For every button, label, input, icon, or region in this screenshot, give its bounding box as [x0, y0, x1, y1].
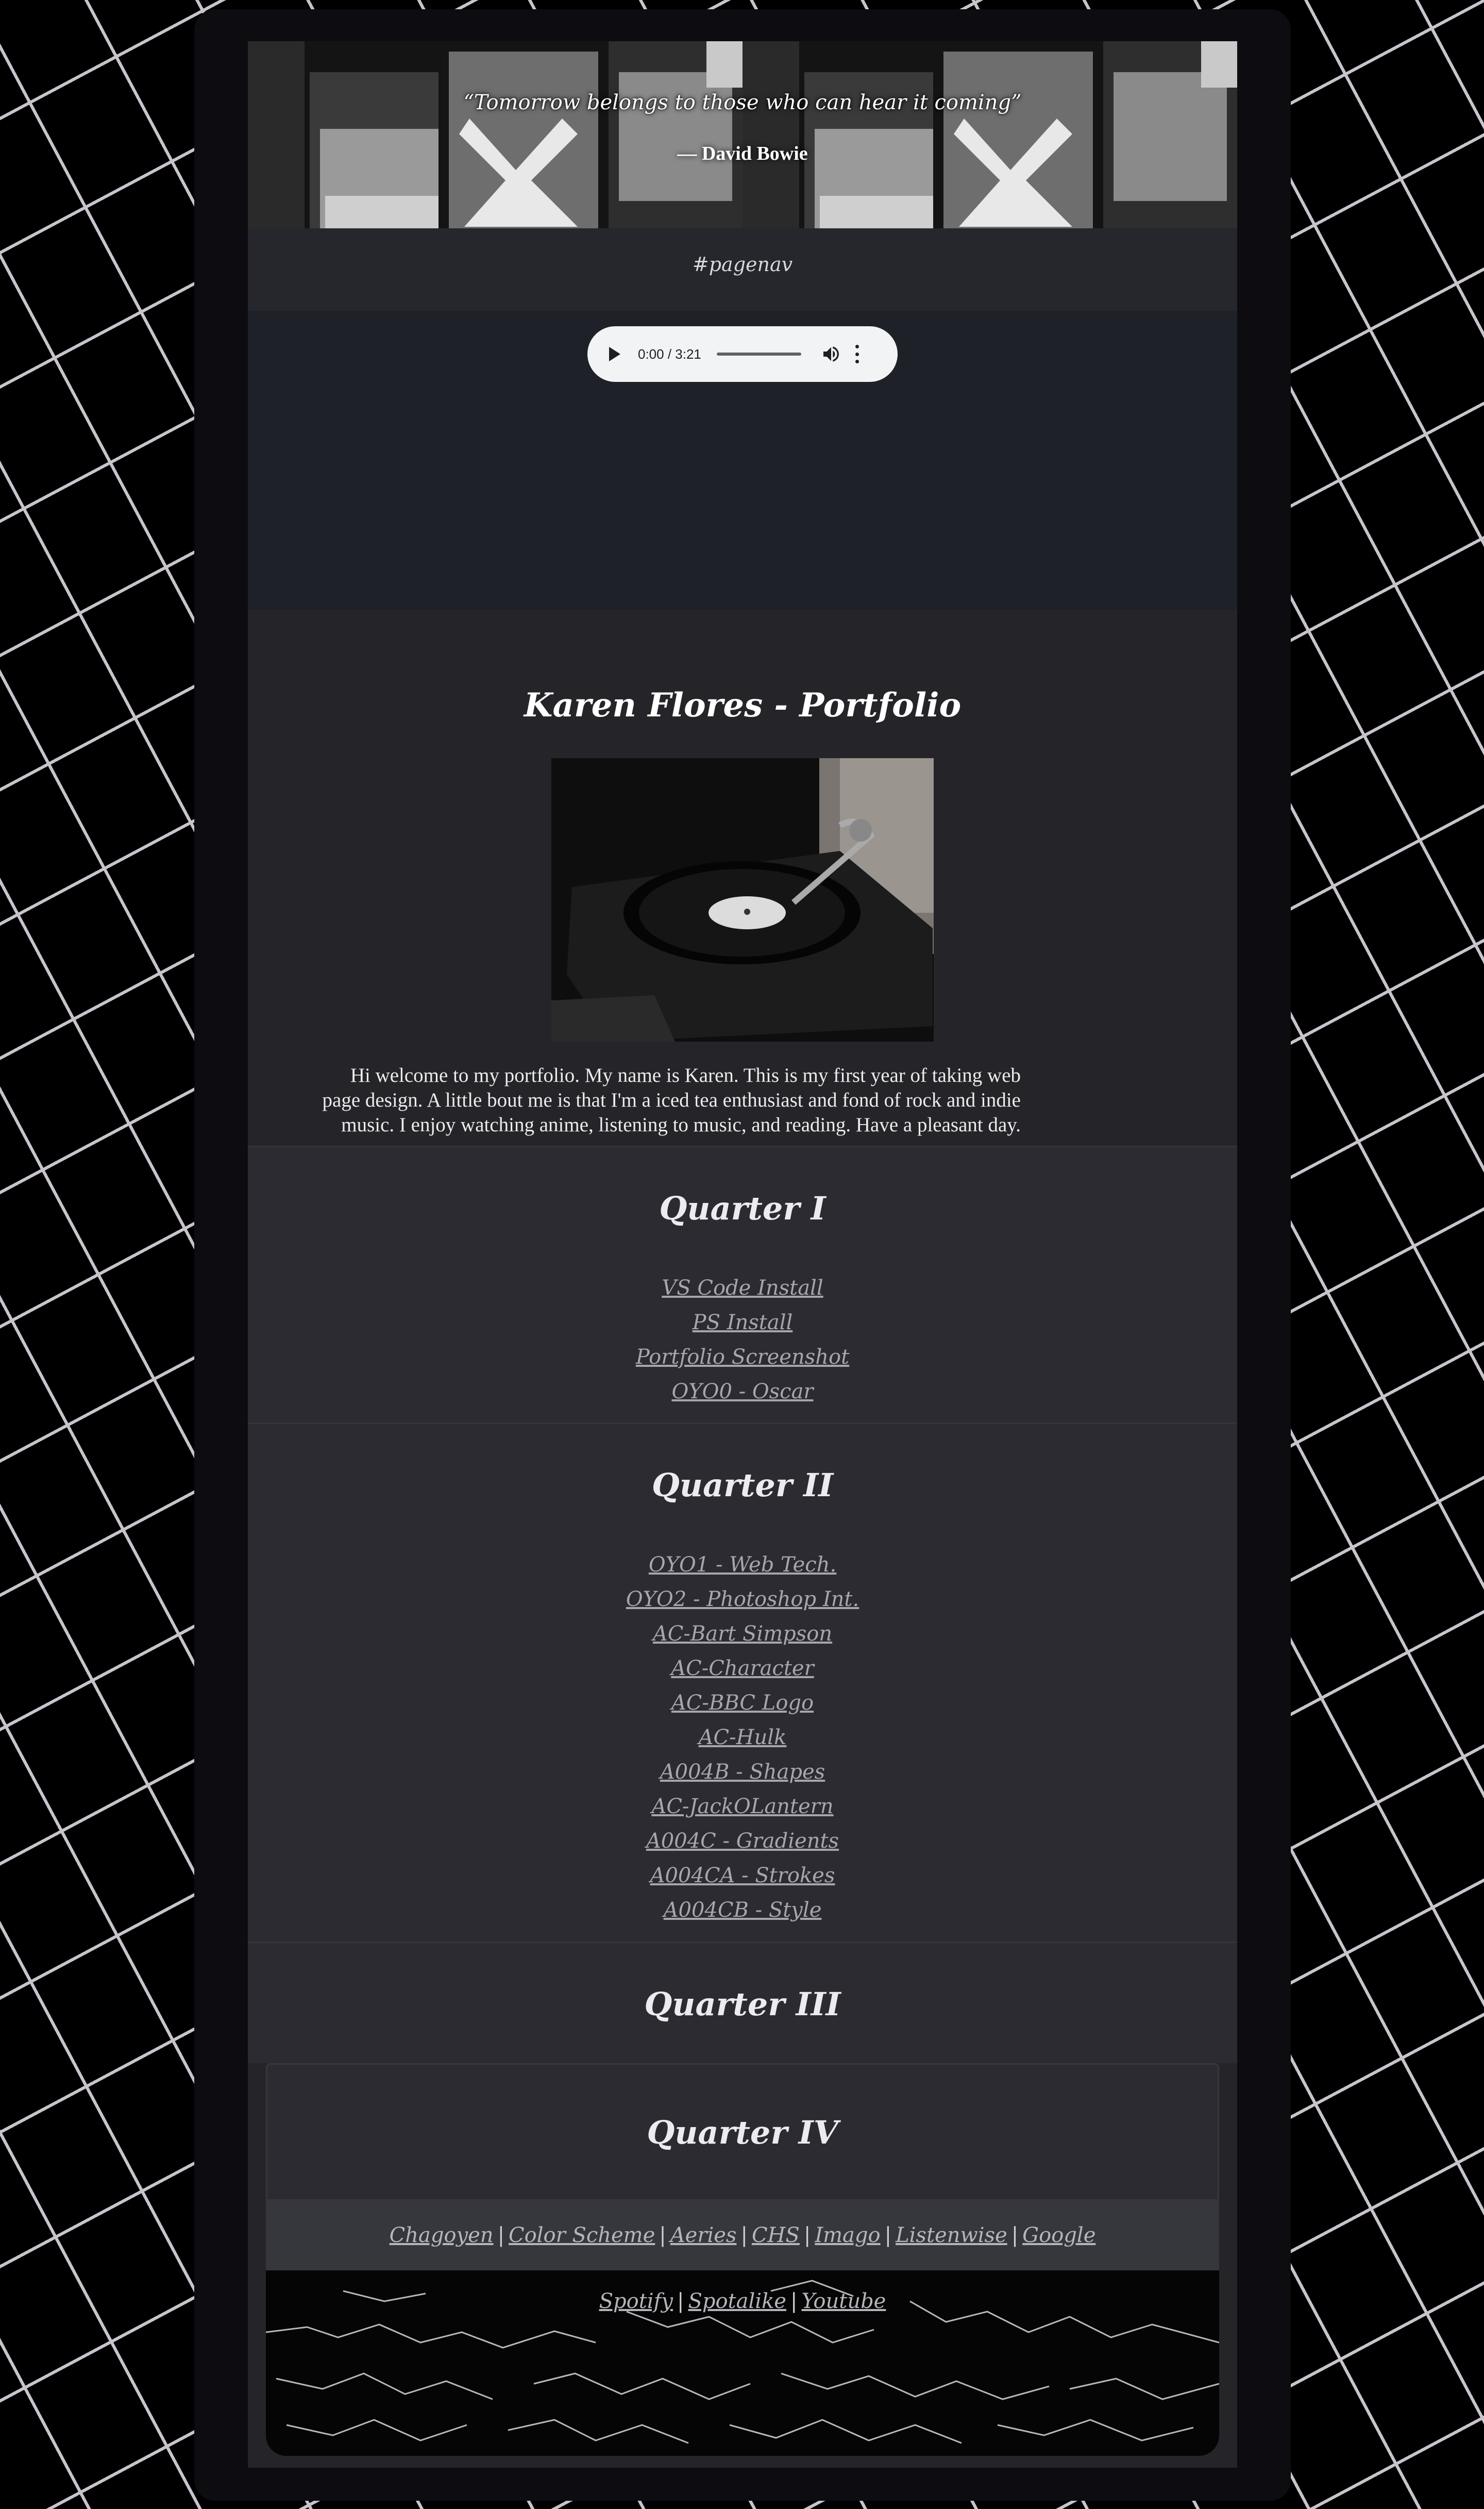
link-separator: |: [803, 2223, 811, 2247]
link-google[interactable]: Google: [1022, 2223, 1095, 2247]
quarter-2-section: Quarter II OYO1 - Web Tech. OYO2 - Photo…: [248, 1424, 1237, 1942]
audio-time: 0:00 / 3:21: [638, 346, 701, 362]
link-separator: |: [740, 2223, 748, 2247]
quarter-1-section: Quarter I VS Code Install PS Install Por…: [248, 1147, 1237, 1423]
link-listenwise[interactable]: Listenwise: [896, 2223, 1007, 2247]
link-ac-jackolantern[interactable]: AC-JackOLantern: [651, 1795, 833, 1818]
link-separator: |: [884, 2223, 892, 2247]
link-a004ca-strokes[interactable]: A004CA - Strokes: [650, 1864, 835, 1887]
link-ps-install[interactable]: PS Install: [693, 1311, 793, 1334]
list-item: OYO1 - Web Tech.: [248, 1548, 1237, 1582]
page-nav[interactable]: #pagenav: [248, 228, 1237, 311]
list-item: VS Code Install: [248, 1271, 1237, 1306]
audio-player[interactable]: 0:00 / 3:21: [587, 326, 898, 382]
list-item: OYO0 - Oscar: [248, 1375, 1237, 1409]
list-item: AC-BBC Logo: [248, 1686, 1237, 1720]
link-a004b-shapes[interactable]: A004B - Shapes: [660, 1760, 825, 1784]
page-nav-label: #pagenav: [692, 253, 793, 276]
quarter-3-heading: Quarter III: [644, 1985, 841, 2023]
footer-crack-panel: Spotify | Spotalike | Youtube: [266, 2270, 1219, 2456]
list-item: A004B - Shapes: [248, 1755, 1237, 1789]
music-links: Spotify | Spotalike | Youtube: [266, 2286, 1219, 2321]
link-separator: |: [1011, 2223, 1019, 2247]
link-a004c-gradients[interactable]: A004C - Gradients: [646, 1829, 839, 1853]
list-item: PS Install: [248, 1306, 1237, 1340]
link-portfolio-screenshot[interactable]: Portfolio Screenshot: [636, 1345, 849, 1369]
link-vs-code-install[interactable]: VS Code Install: [662, 1276, 823, 1300]
page-frame: “Tomorrow belongs to those who can hear …: [194, 9, 1291, 2501]
quarter-1-links: VS Code Install PS Install Portfolio Scr…: [248, 1271, 1237, 1409]
link-ac-character[interactable]: AC-Character: [671, 1657, 814, 1680]
link-ac-hulk[interactable]: AC-Hulk: [699, 1726, 787, 1749]
quarter-4-heading: Quarter IV: [647, 2114, 838, 2151]
intro-section: Karen Flores - Portfolio Hi welcome to m…: [248, 610, 1237, 1146]
volume-icon[interactable]: [821, 344, 841, 364]
list-item: A004CB - Style: [248, 1893, 1237, 1928]
audio-section: 0:00 / 3:21: [248, 311, 1237, 610]
link-a004cb-style[interactable]: A004CB - Style: [664, 1898, 822, 1922]
play-icon[interactable]: [609, 347, 620, 361]
quarter-2-heading: Quarter II: [651, 1466, 834, 1504]
bio-line: page design. A little bout me is that I'…: [322, 1089, 1021, 1111]
link-color-scheme[interactable]: Color Scheme: [509, 2223, 655, 2247]
link-oyo2-photoshop-int[interactable]: OYO2 - Photoshop Int.: [626, 1587, 859, 1611]
content-column: “Tomorrow belongs to those who can hear …: [248, 41, 1237, 2468]
link-oyo1-web-tech[interactable]: OYO1 - Web Tech.: [649, 1553, 836, 1577]
footer-links: Chagoyen | Color Scheme | Aeries | CHS | Imago | L…: [266, 2201, 1219, 2270]
link-imago[interactable]: Imago: [815, 2223, 880, 2247]
list-item: AC-Hulk: [248, 1720, 1237, 1755]
banner-quote: “Tomorrow belongs to those who can hear …: [463, 91, 1022, 114]
header-banner: “Tomorrow belongs to those who can hear …: [248, 41, 1237, 228]
link-separator: |: [497, 2223, 505, 2247]
link-chs[interactable]: CHS: [752, 2223, 800, 2247]
quarter-1-heading: Quarter I: [659, 1190, 826, 1227]
list-item: AC-Character: [248, 1651, 1237, 1686]
quarter-3-section: Quarter III: [248, 1943, 1237, 2063]
list-item: AC-Bart Simpson: [248, 1617, 1237, 1651]
banner-quote-author: — David Bowie: [677, 143, 808, 164]
link-oyo0-oscar[interactable]: OYO0 - Oscar: [671, 1380, 813, 1403]
link-ac-bart-simpson[interactable]: AC-Bart Simpson: [653, 1622, 832, 1646]
link-separator: |: [659, 2223, 666, 2247]
link-chagoyen[interactable]: Chagoyen: [390, 2223, 494, 2247]
list-item: OYO2 - Photoshop Int.: [248, 1582, 1237, 1617]
link-spotalike[interactable]: Spotalike: [688, 2289, 786, 2313]
list-item: A004CA - Strokes: [248, 1859, 1237, 1893]
records-banner-image: [248, 41, 743, 228]
bio-line: music. I enjoy watching anime, listening…: [341, 1114, 1021, 1136]
quarter-2-links: OYO1 - Web Tech. OYO2 - Photoshop Int. A…: [248, 1548, 1237, 1928]
link-separator: |: [790, 2289, 798, 2313]
link-separator: |: [677, 2289, 684, 2313]
link-ac-bbc-logo[interactable]: AC-BBC Logo: [671, 1691, 814, 1715]
list-item: A004C - Gradients: [248, 1824, 1237, 1859]
link-youtube[interactable]: Youtube: [801, 2289, 886, 2313]
records-banner-image: [743, 41, 1237, 228]
link-aeries[interactable]: Aeries: [670, 2223, 737, 2247]
record-player-photo: [551, 758, 934, 1042]
bio-text: Hi welcome to my portfolio. My name is K…: [268, 1063, 1021, 1138]
quarter-4-section: Quarter IV: [266, 2063, 1219, 2201]
list-item: AC-JackOLantern: [248, 1789, 1237, 1824]
bio-line: Hi welcome to my portfolio. My name is K…: [350, 1064, 1021, 1086]
audio-progress-bar[interactable]: [716, 353, 801, 356]
more-options-icon[interactable]: [855, 345, 860, 363]
page-title: Karen Flores - Portfolio: [524, 686, 962, 725]
link-spotify[interactable]: Spotify: [599, 2289, 673, 2313]
list-item: Portfolio Screenshot: [248, 1340, 1237, 1375]
